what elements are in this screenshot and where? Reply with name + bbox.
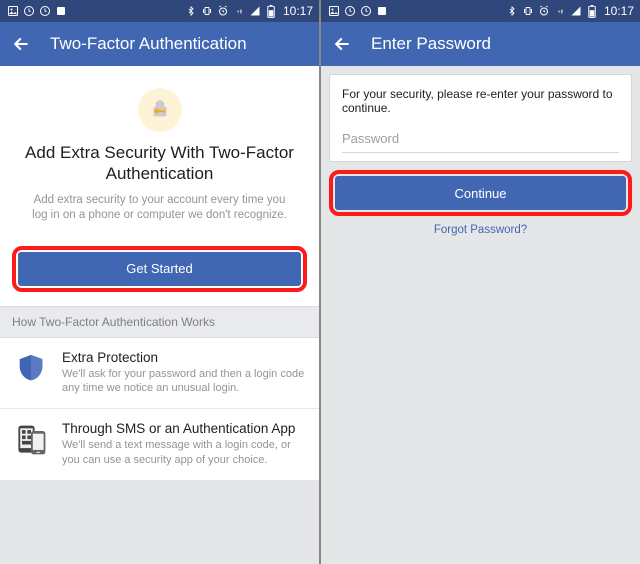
- phone-right: 10:17 Enter Password For your security, …: [321, 0, 640, 564]
- image-icon: [327, 5, 340, 18]
- bluetooth-icon: [185, 5, 198, 18]
- back-arrow-icon[interactable]: [10, 33, 32, 55]
- hero-title: Add Extra Security With Two-Factor Authe…: [18, 142, 301, 185]
- network-icon: [554, 5, 567, 18]
- signal-icon: [570, 5, 583, 18]
- section-header: How Two-Factor Authentication Works: [0, 306, 319, 338]
- page-title: Enter Password: [371, 34, 491, 54]
- status-time: 10:17: [283, 4, 313, 18]
- network-icon: [233, 5, 246, 18]
- hero-subtitle: Add extra security to your account every…: [18, 193, 301, 224]
- maps-icon: [54, 5, 67, 18]
- highlight-annotation: Get Started: [12, 246, 307, 292]
- image-icon: [6, 5, 19, 18]
- phone-left: 10:17 Two-Factor Authentication Add Extr…: [0, 0, 319, 564]
- list-item-title: Through SMS or an Authentication App: [62, 421, 307, 436]
- list-item: Extra Protection We'll ask for your pass…: [0, 338, 319, 410]
- hero-section: Add Extra Security With Two-Factor Authe…: [0, 66, 319, 238]
- get-started-button[interactable]: Get Started: [18, 252, 301, 286]
- main-content: Add Extra Security With Two-Factor Authe…: [0, 66, 319, 306]
- password-card: For your security, please re-enter your …: [329, 74, 632, 162]
- maps-icon: [375, 5, 388, 18]
- list-item-desc: We'll ask for your password and then a l…: [62, 367, 307, 397]
- clock-status-icon-2: [38, 5, 51, 18]
- back-arrow-icon[interactable]: [331, 33, 353, 55]
- vibrate-icon: [201, 5, 214, 18]
- signal-icon: [249, 5, 262, 18]
- battery-icon: [265, 5, 278, 18]
- battery-icon: [586, 5, 599, 18]
- vibrate-icon: [522, 5, 535, 18]
- clock-status-icon: [343, 5, 356, 18]
- list-item-title: Extra Protection: [62, 350, 307, 365]
- app-bar: Enter Password: [321, 22, 640, 66]
- clock-status-icon-2: [359, 5, 372, 18]
- card-instruction: For your security, please re-enter your …: [342, 87, 619, 115]
- page-title: Two-Factor Authentication: [50, 34, 247, 54]
- shield-icon: [12, 350, 50, 388]
- app-bar: Two-Factor Authentication: [0, 22, 319, 66]
- alarm-icon: [538, 5, 551, 18]
- alarm-icon: [217, 5, 230, 18]
- forgot-password-link[interactable]: Forgot Password?: [321, 224, 640, 236]
- list-item-desc: We'll send a text message with a login c…: [62, 438, 307, 468]
- bluetooth-icon: [506, 5, 519, 18]
- status-bar: 10:17: [0, 0, 319, 22]
- status-bar: 10:17: [321, 0, 640, 22]
- phone-qr-icon: [12, 421, 50, 459]
- status-time: 10:17: [604, 4, 634, 18]
- lock-key-icon: [138, 88, 182, 132]
- clock-status-icon: [22, 5, 35, 18]
- highlight-annotation: Continue: [329, 170, 632, 216]
- continue-button[interactable]: Continue: [335, 176, 626, 210]
- password-input[interactable]: [342, 127, 619, 153]
- list-item: Through SMS or an Authentication App We'…: [0, 409, 319, 480]
